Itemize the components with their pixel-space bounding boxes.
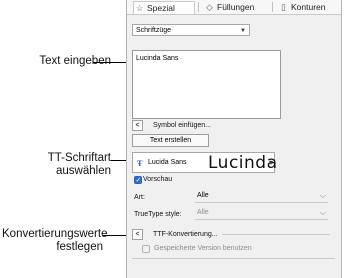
ttf-conversion-expand-button[interactable]: <: [132, 229, 143, 240]
tab-konturen[interactable]: ▯ Konturen: [278, 1, 338, 13]
preview-checkbox[interactable]: [134, 176, 142, 184]
truetype-icon: Ŧ: [137, 159, 143, 168]
truetype-style-select[interactable]: Alle ⌵: [195, 207, 328, 220]
symbol-insert-link[interactable]: Symbol einfügen...: [153, 121, 211, 130]
tab-spezial[interactable]: ☆ Spezial: [133, 1, 195, 14]
chevron-down-icon: ⌵: [319, 191, 326, 200]
art-select[interactable]: Alle ⌵: [195, 190, 328, 203]
art-label: Art:: [134, 194, 145, 201]
style-dropdown[interactable]: Schriftzüge ▼: [132, 24, 250, 36]
symbol-expand-button[interactable]: <: [132, 120, 143, 131]
callout-line-font: [111, 160, 126, 161]
preview-label: Vorschau: [143, 176, 173, 183]
star-icon: ☆: [135, 3, 144, 13]
tab-separator: [198, 2, 199, 12]
divider: [222, 234, 330, 235]
outline-icon: ▯: [281, 2, 286, 12]
truetype-style-label: TrueType style:: [134, 211, 182, 218]
font-selector[interactable]: Ŧ Lucida Sans Lucinda ▾: [132, 152, 278, 173]
divider: [132, 258, 335, 259]
text-input-area[interactable]: Lucinda Sans: [132, 50, 281, 119]
font-name: Lucida Sans: [148, 159, 187, 166]
callout-tt-schriftart: TT-Schriftart auswählen: [47, 152, 111, 177]
lettering-panel: ☆ Spezial ◇ Füllungen ▯ Konturen Schriftzüg…: [126, 0, 342, 278]
fill-icon: ◇: [206, 2, 213, 12]
callout-line-text: [93, 62, 126, 63]
tab-separator: [272, 2, 273, 12]
chevron-down-icon: ▼: [240, 28, 246, 34]
callout-konvertierung: Konvertierungswerte festlegen: [2, 228, 108, 253]
ttf-conversion-label[interactable]: TTF-Konvertierung...: [153, 230, 218, 239]
tab-bar: ☆ Spezial ◇ Füllungen ▯ Konturen: [127, 0, 341, 15]
chevron-down-icon: ⌵: [319, 208, 326, 217]
saved-version-checkbox[interactable]: [142, 245, 150, 253]
create-text-button[interactable]: Text erstellen: [132, 134, 209, 147]
font-preview: Lucinda: [208, 153, 278, 173]
tab-fuellungen[interactable]: ◇ Füllungen: [204, 1, 270, 13]
chevron-down-icon: ▾: [268, 158, 273, 167]
saved-version-label: Gespeicherte Version benutzen: [154, 245, 252, 252]
callout-line-conversion: [103, 235, 126, 236]
